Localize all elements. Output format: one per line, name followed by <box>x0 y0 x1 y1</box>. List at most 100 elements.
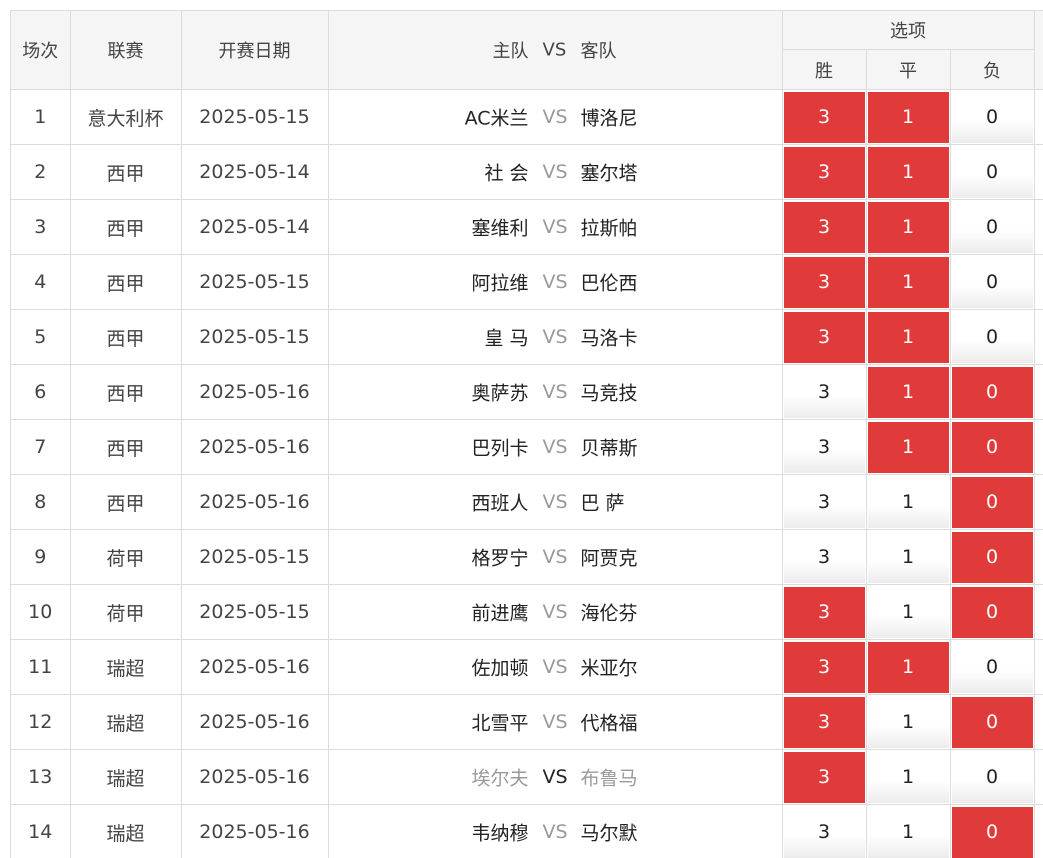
option-win-cell: 3 <box>782 475 866 530</box>
option-draw-button[interactable]: 1 <box>868 587 949 638</box>
match-teams: 埃尔夫VS布鲁马 <box>328 750 782 805</box>
option-win-button[interactable]: 3 <box>784 477 865 528</box>
match-date: 2025-05-16 <box>181 640 328 695</box>
option-loss-button[interactable]: 0 <box>952 312 1033 363</box>
option-loss-button[interactable]: 0 <box>952 92 1033 143</box>
match-date: 2025-05-16 <box>181 475 328 530</box>
option-win-cell: 3 <box>782 530 866 585</box>
home-team: 阿拉维 <box>471 269 528 296</box>
option-loss-button[interactable]: 0 <box>952 477 1033 528</box>
option-loss-cell: 0 <box>950 475 1034 530</box>
match-teams: 皇 马VS马洛卡 <box>328 310 782 365</box>
option-win-button[interactable]: 3 <box>784 752 865 803</box>
league-name: 西甲 <box>70 200 181 255</box>
option-draw-button[interactable]: 1 <box>868 642 949 693</box>
row-spacer <box>1034 805 1043 858</box>
table-row: 4西甲2025-05-15阿拉维VS巴伦西310 <box>11 255 1043 310</box>
option-draw-button[interactable]: 1 <box>868 807 949 858</box>
option-draw-button[interactable]: 1 <box>868 422 949 473</box>
option-win-button[interactable]: 3 <box>784 807 865 858</box>
match-teams: 巴列卡VS贝蒂斯 <box>328 420 782 475</box>
option-loss-button[interactable]: 0 <box>952 367 1033 418</box>
option-draw-button[interactable]: 1 <box>868 477 949 528</box>
option-win-cell: 3 <box>782 640 866 695</box>
option-win-button[interactable]: 3 <box>784 202 865 253</box>
option-win-cell: 3 <box>782 805 866 858</box>
vs-label: VS <box>543 491 568 513</box>
option-loss-button[interactable]: 0 <box>952 422 1033 473</box>
option-loss-button[interactable]: 0 <box>952 807 1033 858</box>
home-team: 韦纳穆 <box>471 819 528 846</box>
option-loss-cell: 0 <box>950 695 1034 750</box>
match-teams: 北雪平VS代格福 <box>328 695 782 750</box>
option-draw-cell: 1 <box>866 145 950 200</box>
option-win-button[interactable]: 3 <box>784 587 865 638</box>
option-draw-button[interactable]: 1 <box>868 202 949 253</box>
option-draw-button[interactable]: 1 <box>868 752 949 803</box>
option-draw-cell: 1 <box>866 200 950 255</box>
round-number: 8 <box>11 475 70 530</box>
table-row: 2西甲2025-05-14社 会VS塞尔塔310 <box>11 145 1043 200</box>
option-loss-button[interactable]: 0 <box>952 532 1033 583</box>
league-name: 荷甲 <box>70 530 181 585</box>
league-name: 意大利杯 <box>70 90 181 145</box>
option-win-button[interactable]: 3 <box>784 257 865 308</box>
match-teams: 前进鹰VS海伦芬 <box>328 585 782 640</box>
round-number: 4 <box>11 255 70 310</box>
option-win-button[interactable]: 3 <box>784 147 865 198</box>
match-date: 2025-05-16 <box>181 750 328 805</box>
table-row: 13瑞超2025-05-16埃尔夫VS布鲁马310 <box>11 750 1043 805</box>
option-draw-cell: 1 <box>866 475 950 530</box>
vs-label: VS <box>543 161 568 183</box>
option-draw-cell: 1 <box>866 420 950 475</box>
option-draw-button[interactable]: 1 <box>868 147 949 198</box>
league-name: 西甲 <box>70 255 181 310</box>
option-win-button[interactable]: 3 <box>784 697 865 748</box>
home-team: 佐加顿 <box>471 654 528 681</box>
option-loss-button[interactable]: 0 <box>952 587 1033 638</box>
league-name: 西甲 <box>70 145 181 200</box>
option-loss-cell: 0 <box>950 805 1034 858</box>
option-loss-cell: 0 <box>950 255 1034 310</box>
option-win-button[interactable]: 3 <box>784 532 865 583</box>
home-team: 奥萨苏 <box>471 379 528 406</box>
table-row: 12瑞超2025-05-16北雪平VS代格福310 <box>11 695 1043 750</box>
option-loss-button[interactable]: 0 <box>952 257 1033 308</box>
option-loss-button[interactable]: 0 <box>952 147 1033 198</box>
match-teams: 西班人VS巴 萨 <box>328 475 782 530</box>
option-draw-button[interactable]: 1 <box>868 312 949 363</box>
round-number: 3 <box>11 200 70 255</box>
home-team: 格罗宁 <box>471 544 528 571</box>
option-loss-button[interactable]: 0 <box>952 752 1033 803</box>
option-win-cell: 3 <box>782 255 866 310</box>
option-win-button[interactable]: 3 <box>784 422 865 473</box>
table-row: 5西甲2025-05-15皇 马VS马洛卡310 <box>11 310 1043 365</box>
option-win-button[interactable]: 3 <box>784 642 865 693</box>
row-spacer <box>1034 475 1043 530</box>
vs-label: VS <box>543 711 568 733</box>
option-loss-cell: 0 <box>950 310 1034 365</box>
option-draw-button[interactable]: 1 <box>868 257 949 308</box>
option-loss-button[interactable]: 0 <box>952 697 1033 748</box>
option-win-button[interactable]: 3 <box>784 92 865 143</box>
row-spacer <box>1034 640 1043 695</box>
league-name: 瑞超 <box>70 640 181 695</box>
table-row: 14瑞超2025-05-16韦纳穆VS马尔默310 <box>11 805 1043 858</box>
option-draw-button[interactable]: 1 <box>868 532 949 583</box>
vs-label: VS <box>543 821 568 843</box>
header-options: 选项 <box>782 11 1034 50</box>
table-header: 场次 联赛 开赛日期 主队 VS 客队 选项 胜 平 负 <box>11 11 1043 90</box>
option-win-button[interactable]: 3 <box>784 367 865 418</box>
league-name: 瑞超 <box>70 750 181 805</box>
option-win-button[interactable]: 3 <box>784 312 865 363</box>
option-draw-button[interactable]: 1 <box>868 367 949 418</box>
option-draw-button[interactable]: 1 <box>868 92 949 143</box>
table-row: 3西甲2025-05-14塞维利VS拉斯帕310 <box>11 200 1043 255</box>
option-draw-button[interactable]: 1 <box>868 697 949 748</box>
option-loss-button[interactable]: 0 <box>952 642 1033 693</box>
row-spacer <box>1034 365 1043 420</box>
option-loss-cell: 0 <box>950 420 1034 475</box>
round-number: 10 <box>11 585 70 640</box>
option-loss-button[interactable]: 0 <box>952 202 1033 253</box>
match-date: 2025-05-15 <box>181 90 328 145</box>
